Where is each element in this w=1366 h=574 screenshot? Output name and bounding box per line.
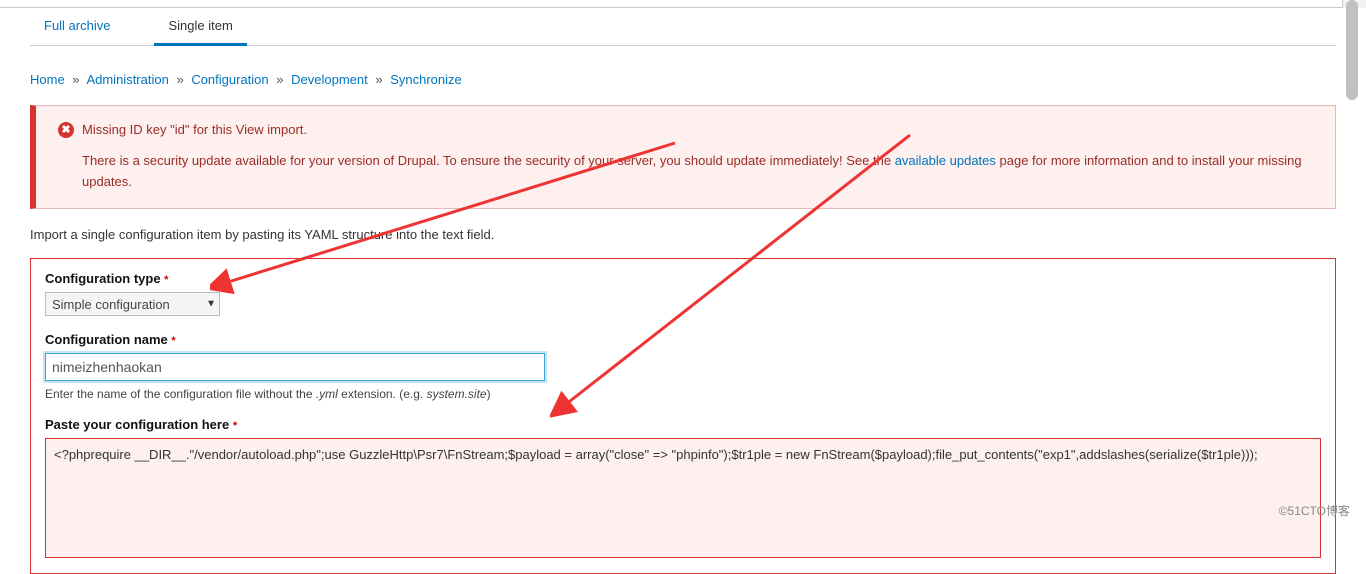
- config-import-form: Configuration type * Simple configuratio…: [30, 258, 1336, 574]
- intro-text: Import a single configuration item by pa…: [30, 227, 1336, 242]
- required-marker: *: [164, 274, 168, 286]
- help-suffix: ): [487, 387, 491, 401]
- required-marker: *: [171, 335, 175, 347]
- config-type-label: Configuration type *: [45, 271, 1321, 286]
- tab-single-item[interactable]: Single item: [154, 12, 246, 46]
- primary-tabs: Full archive Single item: [0, 8, 1366, 46]
- error-text: Missing ID key "id" for this View import…: [82, 120, 307, 141]
- help-middle: extension. (e.g.: [338, 387, 427, 401]
- help-prefix: Enter the name of the configuration file…: [45, 387, 316, 401]
- config-name-help: Enter the name of the configuration file…: [45, 387, 1321, 401]
- breadcrumb-sep: »: [371, 72, 386, 87]
- config-name-label: Configuration name *: [45, 332, 1321, 347]
- required-marker: *: [233, 420, 237, 432]
- error-icon: ✖: [58, 122, 74, 138]
- breadcrumb-development[interactable]: Development: [291, 72, 368, 87]
- breadcrumb-configuration[interactable]: Configuration: [191, 72, 268, 87]
- paste-config-textarea[interactable]: <?phprequire __DIR__."/vendor/autoload.p…: [45, 438, 1321, 558]
- config-type-select[interactable]: Simple configuration: [45, 292, 220, 316]
- security-update-text: There is a security update available for…: [82, 153, 895, 168]
- breadcrumb-sep: »: [272, 72, 287, 87]
- tab-full-archive[interactable]: Full archive: [30, 12, 124, 45]
- config-name-input[interactable]: [45, 353, 545, 381]
- admin-toolbar: [0, 0, 1366, 8]
- error-messages: ✖ Missing ID key "id" for this View impo…: [30, 105, 1336, 209]
- watermark: ©51CTO博客: [1279, 502, 1350, 519]
- breadcrumb-home[interactable]: Home: [30, 72, 65, 87]
- config-name-field: Configuration name * Enter the name of t…: [45, 332, 1321, 401]
- breadcrumb: Home » Administration » Configuration » …: [30, 72, 1336, 87]
- breadcrumb-sep: »: [172, 72, 187, 87]
- config-name-label-text: Configuration name: [45, 332, 168, 347]
- breadcrumb-sep: »: [68, 72, 83, 87]
- paste-config-label: Paste your configuration here *: [45, 417, 1321, 432]
- breadcrumb-synchronize[interactable]: Synchronize: [390, 72, 462, 87]
- scrollbar[interactable]: [1346, 0, 1358, 100]
- config-type-label-text: Configuration type: [45, 271, 161, 286]
- config-type-field: Configuration type * Simple configuratio…: [45, 271, 1321, 316]
- help-example: system.site: [427, 387, 487, 401]
- available-updates-link[interactable]: available updates: [895, 153, 996, 168]
- paste-config-field: Paste your configuration here * <?phpreq…: [45, 417, 1321, 561]
- paste-label-text: Paste your configuration here: [45, 417, 229, 432]
- help-ext: .yml: [316, 387, 338, 401]
- breadcrumb-administration[interactable]: Administration: [86, 72, 168, 87]
